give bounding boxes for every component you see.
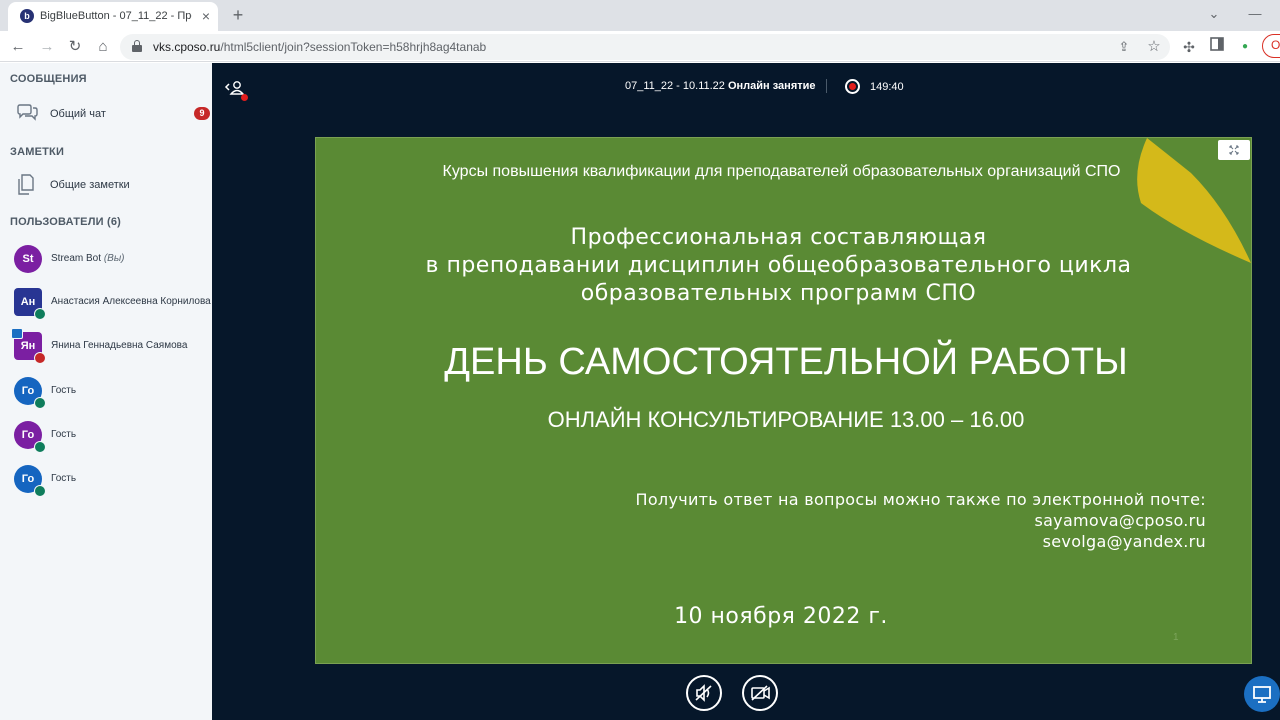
notes-section-title: ЗАМЕТКИ — [10, 146, 65, 158]
user-name: Гость — [51, 385, 77, 396]
public-chat-label: Общий чат — [50, 108, 106, 120]
user-name: Гость — [51, 429, 77, 440]
microphone-muted-icon — [34, 352, 46, 364]
bigbluebutton-favicon-icon: b — [20, 9, 34, 23]
slide-topic-line: Профессиональная составляющая — [570, 225, 987, 250]
divider — [826, 79, 827, 93]
shared-notes-item[interactable]: Общие заметки — [0, 170, 212, 202]
camera-off-icon — [751, 685, 770, 701]
slide-consult-time: ОНЛАЙН КОНСУЛЬТИРОВАНИЕ 13.00 – 16.00 — [547, 407, 1025, 432]
url-path: /html5client/join?sessionToken=h58hrjh8a… — [220, 40, 487, 54]
presentation-toggle-button[interactable] — [1244, 676, 1280, 712]
user-name: Stream Bot (Вы) — [51, 253, 211, 264]
user-name: Анастасия Алексеевна Корнилова — [51, 296, 211, 307]
reload-icon[interactable]: ↻ — [64, 36, 86, 58]
user-list-item[interactable]: St Stream Bot (Вы) — [0, 240, 212, 280]
recording-timer: 149:40 — [870, 81, 904, 93]
profile-button[interactable]: О — [1262, 34, 1280, 58]
back-arrow-icon[interactable]: ← — [7, 36, 29, 58]
slide-course-title: Курсы повышения квалификации для препода… — [442, 163, 1121, 180]
sidebar: СООБЩЕНИЯ Общий чат 9 ЗАМЕТКИ Общие заме… — [0, 63, 212, 720]
slide-page-number: 1 — [1173, 632, 1179, 643]
notes-document-icon — [17, 174, 35, 196]
user-name: Янина Геннадьевна Саямова — [51, 340, 188, 351]
side-panel-icon[interactable] — [1206, 36, 1228, 58]
tab-close-icon[interactable]: × — [198, 8, 214, 24]
avatar: St — [14, 245, 42, 273]
main-presentation-area: 07_11_22 - 10.11.22 Онлайн занятие 149:4… — [212, 63, 1280, 720]
headphones-icon — [34, 308, 46, 320]
unread-count-badge: 9 — [194, 107, 210, 120]
presentation-screen-icon — [1253, 686, 1271, 703]
user-name: Гость — [51, 473, 77, 484]
recording-button[interactable] — [845, 79, 860, 94]
meeting-prefix: 07_11_22 - 10.11.22 — [625, 80, 725, 92]
public-chat-item[interactable]: Общий чат 9 — [0, 99, 212, 131]
slide-contact-line: Получить ответ на вопросы можно также по… — [635, 490, 1206, 509]
audio-listen-only-button[interactable] — [686, 675, 722, 711]
share-icon[interactable]: ⇪ — [1113, 36, 1135, 58]
unread-indicator-dot — [241, 94, 248, 101]
forward-arrow-icon[interactable]: → — [36, 36, 58, 58]
slide-email: sayamova@cposo.ru — [1034, 511, 1206, 530]
camera-button[interactable] — [742, 675, 778, 711]
slide-topic: Профессиональная составляющая в преподав… — [401, 224, 1156, 308]
user-list-item[interactable]: Го Гость — [0, 416, 212, 456]
browser-tab[interactable]: b BigBlueButton - 07_11_22 - Пре × — [8, 2, 218, 31]
slide-topic-line: в преподавании дисциплин общеобразовател… — [425, 253, 1132, 278]
fullscreen-icon — [1229, 145, 1239, 155]
browser-toolbar: ← → ↻ ⌂ vks.cposo.ru/html5client/join?se… — [0, 31, 1280, 62]
slide-contacts: Получить ответ на вопросы можно также по… — [566, 489, 1206, 552]
speaker-icon — [695, 684, 712, 702]
user-name-text: Stream Bot — [51, 253, 102, 264]
users-section-title: ПОЛЬЗОВАТЕЛИ (6) — [10, 216, 122, 228]
user-list-item[interactable]: Го Гость — [0, 372, 212, 412]
headphones-icon — [34, 485, 46, 497]
home-icon[interactable]: ⌂ — [92, 36, 114, 58]
headphones-icon — [34, 441, 46, 453]
minimize-icon[interactable]: — — [1243, 4, 1267, 24]
browser-tab-bar: b BigBlueButton - 07_11_22 - Пре × + ⌄ — — [0, 0, 1280, 31]
presentation-slide: Курсы повышения квалификации для препода… — [315, 137, 1252, 664]
fullscreen-button[interactable] — [1218, 140, 1250, 160]
extensions-puzzle-icon[interactable]: ✣ — [1178, 36, 1200, 58]
user-list-item[interactable]: Ян Янина Геннадьевна Саямова — [0, 327, 212, 367]
user-list-item[interactable]: Го Гость — [0, 460, 212, 500]
record-icon — [849, 83, 856, 90]
messages-section-title: СООБЩЕНИЯ — [10, 73, 87, 85]
new-tab-plus-icon[interactable]: + — [228, 5, 248, 25]
slide-day-title: ДЕНЬ САМОСТОЯТЕЛЬНОЙ РАБОТЫ — [444, 341, 1128, 383]
presenter-icon — [11, 328, 23, 339]
address-bar[interactable]: vks.cposo.ru/html5client/join?sessionTok… — [120, 34, 1170, 60]
meeting-name: Онлайн занятие — [727, 80, 816, 92]
url-text: vks.cposo.ru/html5client/join?sessionTok… — [153, 40, 486, 54]
chat-bubbles-icon — [16, 104, 38, 124]
url-host: vks.cposo.ru — [153, 40, 221, 54]
slide-date: 10 ноября 2022 г. — [674, 604, 888, 629]
headphones-icon — [34, 397, 46, 409]
slide-topic-line: образовательных программ СПО — [580, 281, 977, 306]
user-list-item[interactable]: Ан Анастасия Алексеевна Корнилова — [0, 283, 212, 323]
you-label: (Вы) — [103, 253, 125, 264]
extension-indicator-icon[interactable]: ● — [1234, 36, 1256, 58]
shared-notes-label: Общие заметки — [50, 179, 130, 191]
lock-icon[interactable] — [132, 40, 142, 54]
tab-title: BigBlueButton - 07_11_22 - Пре — [40, 10, 192, 22]
meeting-title: 07_11_22 - 10.11.22 Онлайн занятие — [625, 80, 816, 92]
tab-search-chevron-icon[interactable]: ⌄ — [1202, 4, 1226, 24]
bookmark-star-icon[interactable]: ☆ — [1143, 36, 1165, 58]
slide-email: sevolga@yandex.ru — [1042, 532, 1206, 551]
